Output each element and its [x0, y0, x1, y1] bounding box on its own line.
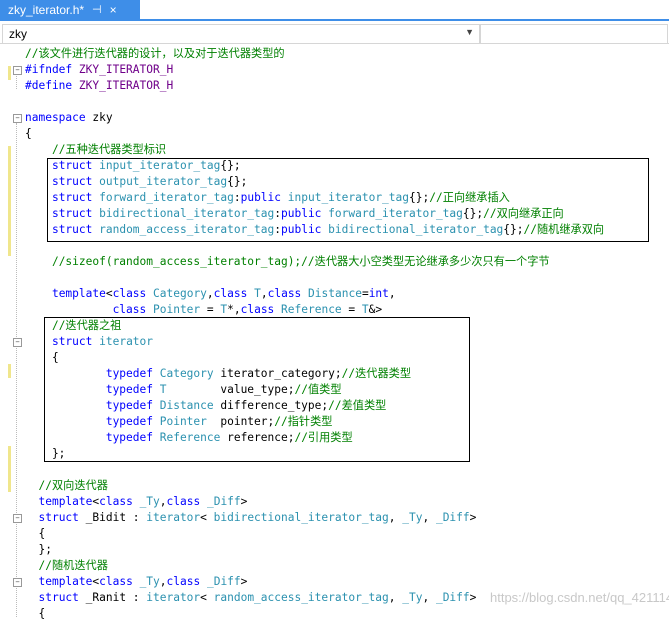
- code-line[interactable]: };: [25, 542, 51, 558]
- code-line[interactable]: //随机迭代器: [25, 558, 107, 574]
- close-icon[interactable]: ×: [110, 3, 117, 17]
- scope-value: zky: [9, 27, 27, 41]
- outline-guide: [16, 123, 17, 617]
- code-line[interactable]: {: [25, 350, 59, 366]
- code-line[interactable]: struct iterator: [25, 334, 153, 350]
- tab-zky-iterator[interactable]: zky_iterator.h* ⊣ ×: [0, 0, 140, 19]
- fold-icon[interactable]: −: [13, 514, 22, 523]
- code-line[interactable]: struct _Bidit : iterator< bidirectional_…: [25, 510, 476, 526]
- code-line[interactable]: //该文件进行迭代器的设计，以及对于迭代器类型的: [25, 46, 285, 62]
- code-line[interactable]: struct forward_iterator_tag:public input…: [25, 190, 510, 206]
- change-marker: [8, 446, 11, 492]
- change-marker: [8, 364, 11, 378]
- tab-bar: zky_iterator.h* ⊣ ×: [0, 0, 669, 19]
- tab-title: zky_iterator.h*: [8, 2, 85, 17]
- code-line[interactable]: struct _Ranit : iterator< random_access_…: [25, 590, 476, 606]
- fold-icon[interactable]: −: [13, 578, 22, 587]
- fold-icon[interactable]: −: [13, 66, 22, 75]
- code-editor[interactable]: − − − − − //该文件进行迭代器的设计，以及对于迭代器类型的 #ifnde…: [0, 44, 669, 620]
- scope-dropdown[interactable]: zky ▼: [2, 24, 480, 44]
- outline-guide: [16, 73, 17, 89]
- navigation-bar: zky ▼: [0, 24, 669, 44]
- chevron-down-icon[interactable]: ▼: [465, 27, 474, 37]
- code-line[interactable]: #ifndef ZKY_ITERATOR_H: [25, 62, 173, 78]
- pin-icon[interactable]: ⊣: [92, 3, 102, 16]
- watermark: https://blog.csdn.net/qq_42111463: [490, 590, 669, 605]
- code-line[interactable]: class Pointer = T*,class Reference = T&>: [25, 302, 383, 318]
- code-line[interactable]: namespace zky: [25, 110, 113, 126]
- code-line[interactable]: typedef T value_type;//值类型: [25, 382, 342, 398]
- change-marker: [8, 66, 11, 80]
- code-line[interactable]: typedef Reference reference;//引用类型: [25, 430, 353, 446]
- code-line[interactable]: {: [25, 526, 45, 542]
- code-line[interactable]: //五种迭代器类型标识: [25, 142, 166, 158]
- code-line[interactable]: template<class Category,class T,class Di…: [25, 286, 396, 302]
- code-line[interactable]: {: [25, 126, 32, 142]
- code-line[interactable]: //迭代器之祖: [25, 318, 121, 334]
- code-line[interactable]: struct bidirectional_iterator_tag:public…: [25, 206, 564, 222]
- code-line[interactable]: struct input_iterator_tag{};: [25, 158, 241, 174]
- fold-icon[interactable]: −: [13, 338, 22, 347]
- code-line[interactable]: typedef Pointer pointer;//指针类型: [25, 414, 333, 430]
- code-line[interactable]: //sizeof(random_access_iterator_tag);//迭…: [25, 254, 550, 270]
- code-line[interactable]: };: [25, 446, 65, 462]
- code-line[interactable]: {: [25, 606, 45, 622]
- tab-underline: [0, 19, 669, 21]
- code-line[interactable]: template<class _Ty,class _Diff>: [25, 494, 247, 510]
- code-line[interactable]: typedef Category iterator_category;//迭代器…: [25, 366, 411, 382]
- change-marker: [8, 146, 11, 256]
- code-line[interactable]: struct output_iterator_tag{};: [25, 174, 247, 190]
- code-line[interactable]: struct random_access_iterator_tag:public…: [25, 222, 604, 238]
- code-line[interactable]: typedef Distance difference_type;//差值类型: [25, 398, 387, 414]
- member-dropdown[interactable]: [480, 24, 668, 44]
- code-line[interactable]: template<class _Ty,class _Diff>: [25, 574, 247, 590]
- code-line[interactable]: //双向迭代器: [25, 478, 107, 494]
- fold-icon[interactable]: −: [13, 114, 22, 123]
- code-line[interactable]: #define ZKY_ITERATOR_H: [25, 78, 173, 94]
